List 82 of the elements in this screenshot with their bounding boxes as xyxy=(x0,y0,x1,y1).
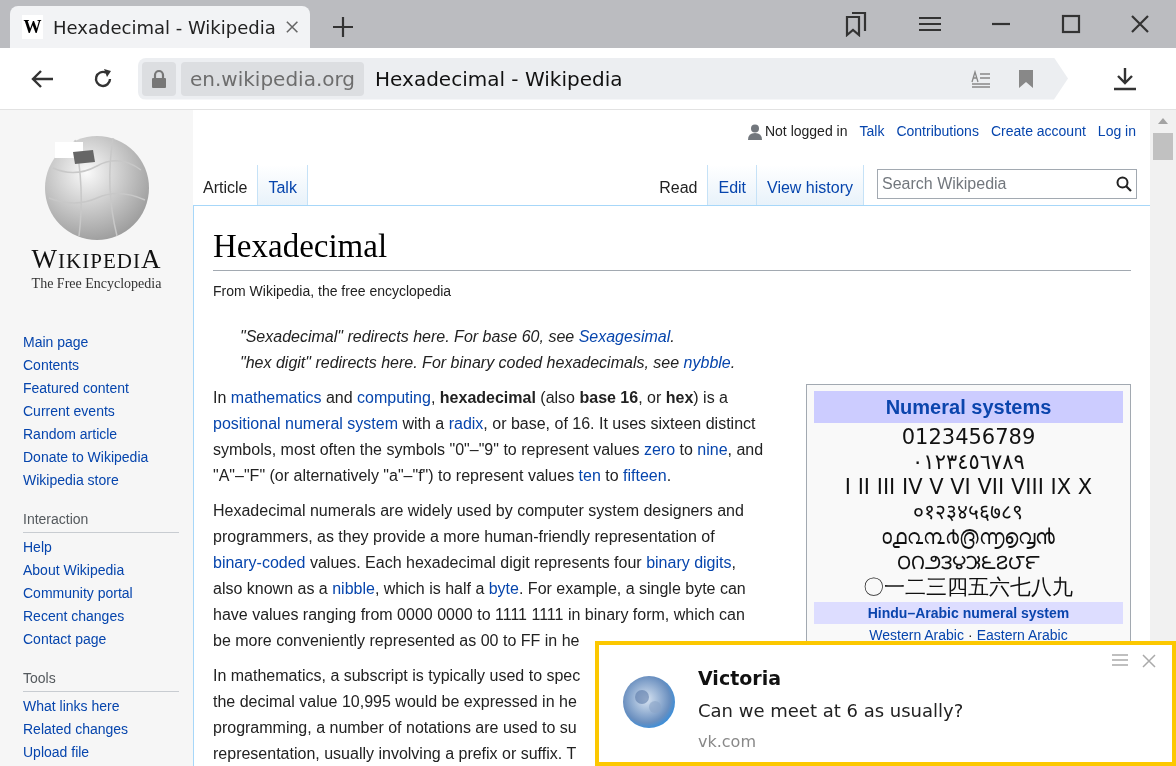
link[interactable]: positional numeral system xyxy=(213,415,398,432)
link[interactable]: ten xyxy=(578,467,601,484)
notification-message: Can we meet at 6 as usually? xyxy=(698,699,964,723)
wordmark: WIKIPEDIA xyxy=(31,246,162,276)
link[interactable]: computing xyxy=(357,389,431,406)
close-icon[interactable] xyxy=(285,20,298,34)
nav-link[interactable]: What links here xyxy=(23,695,120,718)
numeral-row: 〇一二三四五六七八九 xyxy=(863,575,1074,600)
numeral-row: I II III IV V VI VII VIII IX X xyxy=(844,475,1093,500)
nav-link[interactable]: About Wikipedia xyxy=(23,559,125,582)
notification-sender: Victoria xyxy=(698,666,782,691)
account-link[interactable]: Talk xyxy=(859,121,885,142)
nav-link[interactable]: Main page xyxy=(23,331,89,354)
link[interactable]: byte xyxy=(488,580,519,597)
infobox-title: Numeral systems xyxy=(814,391,1123,423)
link[interactable]: Sexagesimal xyxy=(578,328,671,345)
account-link[interactable]: Create account xyxy=(990,121,1086,142)
reload-icon[interactable] xyxy=(92,67,114,90)
tagline: The Free Encyclopedia xyxy=(31,276,162,292)
account-link[interactable]: Contributions xyxy=(896,121,979,142)
back-icon[interactable] xyxy=(30,68,54,89)
numeral-row: ٠١٢٣٤٥٦٧٨٩ xyxy=(912,450,1025,475)
nav-link[interactable]: Related changes xyxy=(23,718,129,741)
nav-link[interactable]: Community portal xyxy=(23,582,133,605)
infobox-subheading: Hindu–Arabic numeral system xyxy=(814,602,1123,624)
hatnote: "hex digit" redirects here. For binary coded hexadecimals, see nybble. xyxy=(240,353,737,373)
numeral-row: ०१२३४५६७८९ xyxy=(913,500,1024,525)
article-subtitle: From Wikipedia, the free encyclopedia xyxy=(213,282,453,301)
nav-link[interactable]: Featured content xyxy=(23,377,129,400)
link[interactable]: binary-coded xyxy=(213,554,306,571)
maximize-icon[interactable] xyxy=(1061,14,1081,34)
nav-link[interactable]: Upload file xyxy=(23,741,90,764)
reader-icon[interactable] xyxy=(971,69,991,88)
login-status: Not logged in xyxy=(764,122,848,141)
link[interactable]: mathematics xyxy=(230,389,322,406)
bookmark-icon[interactable] xyxy=(1018,68,1034,89)
bookmarks-icon[interactable] xyxy=(843,11,869,37)
page-title: Hexadecimal - Wikipedia xyxy=(375,65,624,93)
tab-title: Hexadecimal - Wikipedia xyxy=(53,15,276,40)
scrollbar-thumb[interactable] xyxy=(1153,133,1173,160)
search-icon[interactable] xyxy=(1116,176,1132,192)
nav-link[interactable]: Donate to Wikipedia xyxy=(23,446,149,469)
link[interactable]: binary digits xyxy=(646,554,732,571)
section-heading: Interaction xyxy=(23,509,179,533)
link[interactable]: fifteen xyxy=(623,467,667,484)
link[interactable]: nine xyxy=(697,441,728,458)
menu-icon[interactable] xyxy=(919,16,941,32)
notification-source: vk.com xyxy=(698,731,757,753)
account-link[interactable]: Log in xyxy=(1097,121,1136,142)
page-tab[interactable]: View history xyxy=(757,165,864,205)
numeral-row: ౦౧౨౩౪౫౬౭౮౯ xyxy=(897,550,1040,575)
nav-link[interactable]: Random article xyxy=(23,423,118,446)
nav-link[interactable]: Wikipedia store xyxy=(23,469,119,492)
lock-icon xyxy=(151,68,167,89)
search-field[interactable]: Search Wikipedia xyxy=(877,169,1137,199)
close-icon[interactable] xyxy=(1131,15,1149,33)
avatar-icon xyxy=(622,675,676,729)
new-tab-icon[interactable] xyxy=(332,16,354,38)
download-icon[interactable] xyxy=(1113,66,1137,91)
link[interactable]: nibble xyxy=(332,580,375,597)
address-bar[interactable]: en.wikipedia.org Hexadecimal - Wikipedia xyxy=(138,57,1068,100)
nav-link[interactable]: Contents xyxy=(23,354,80,377)
section-heading: Tools xyxy=(23,668,179,692)
nav-link[interactable]: Help xyxy=(23,536,52,559)
domain-label: en.wikipedia.org xyxy=(181,61,365,96)
paragraph: In mathematics and computing, hexadecimal (also base 16, or hex) is a positional numeral system with a radix, or base, of 16. It uses sixteen distinct symbols, most often the symbols "0"–"9" to represent values zero to nine, and "A"–"F" (or alternatively "a"–"f") to represent values ten to fifteen. xyxy=(213,388,764,486)
nav-link[interactable]: Current events xyxy=(23,400,115,423)
browser-tab[interactable]: W Hexadecimal - Wikipedia xyxy=(10,6,310,48)
article-title: Hexadecimal xyxy=(213,224,1131,271)
hatnote: "Sexadecimal" redirects here. For base 60, see Sexagesimal. xyxy=(240,327,676,347)
link[interactable]: zero xyxy=(643,441,676,458)
favicon-icon: W xyxy=(22,15,44,39)
link[interactable]: radix xyxy=(448,415,484,432)
nav-link[interactable]: Recent changes xyxy=(23,605,125,628)
page-tab[interactable]: Edit xyxy=(708,165,758,205)
link[interactable]: nybble xyxy=(683,354,731,371)
user-icon xyxy=(747,123,762,140)
page-tab[interactable]: Talk xyxy=(258,165,308,205)
nav-link[interactable]: Contact page xyxy=(23,628,107,651)
numeral-row: ൦൧൨൩൪൫൬൭൮൯ xyxy=(881,525,1056,550)
numeral-row: 0123456789 xyxy=(901,425,1036,450)
paragraph: In mathematics, a subscript is typically used to spec the decimal value 10,995 would be expressed in he programming, a number of notations are used to su representation, usually involving a prefix or suffix. T xyxy=(213,666,581,764)
